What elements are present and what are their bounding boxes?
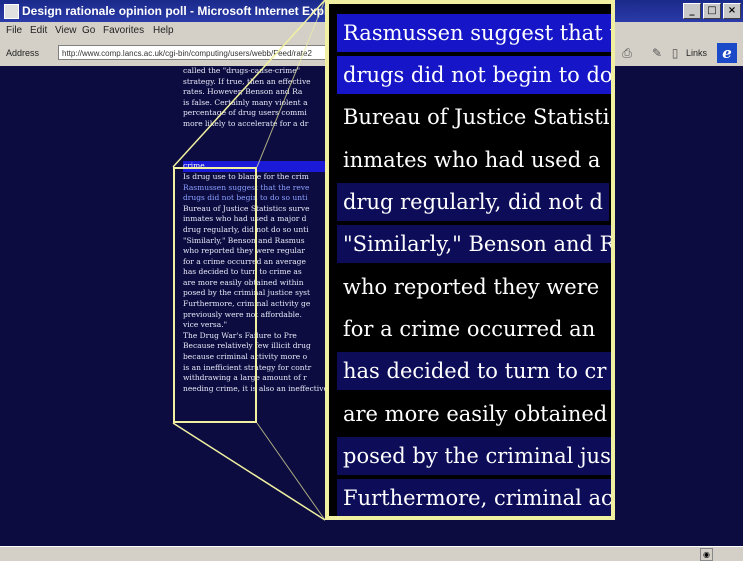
close-button[interactable]: × — [723, 3, 741, 19]
window-controls: _ □ × — [683, 3, 741, 19]
zoom-region-box[interactable] — [173, 167, 257, 423]
magnified-line: has decided to turn to cr — [337, 352, 611, 390]
links-button[interactable]: Links — [686, 48, 707, 58]
window-title: Design rationale opinion poll - Microsof… — [22, 4, 351, 18]
magnified-line: Rasmussen suggest that t — [337, 14, 611, 52]
edit-icon[interactable]: ✎ — [650, 46, 664, 60]
magnified-line: who reported they were — [337, 268, 606, 306]
menu-help[interactable]: Help — [153, 25, 174, 36]
magnified-line: "Similarly," Benson and R — [337, 225, 611, 263]
magnified-line: Bureau of Justice Statisti — [337, 98, 611, 136]
discuss-icon[interactable]: ▯ — [668, 46, 682, 60]
ie-logo-icon: e — [717, 43, 737, 63]
magnified-line: Furthermore, criminal ac — [337, 479, 611, 516]
magnified-line: posed by the criminal jus — [337, 437, 611, 475]
address-label: Address — [6, 48, 40, 58]
zone-icon: ◉ — [700, 548, 713, 561]
menu-view[interactable]: View — [55, 25, 77, 36]
magnified-line: drug regularly, did not d — [337, 183, 609, 221]
print-icon[interactable]: ⎙ — [620, 46, 634, 60]
magnified-line: inmates who had used a — [337, 141, 607, 179]
menu-go[interactable]: Go — [82, 25, 95, 36]
magnified-line: drugs did not begin to do — [337, 56, 611, 94]
menu-favorites[interactable]: Favorites — [103, 25, 144, 36]
menu-edit[interactable]: Edit — [30, 25, 47, 36]
magnified-line: for a crime occurred an — [337, 310, 602, 348]
status-bar: ◉ — [0, 546, 743, 561]
address-input[interactable]: http://www.comp.lancs.ac.uk/cgi-bin/comp… — [58, 45, 326, 60]
magnified-line: are more easily obtained — [337, 395, 611, 433]
maximize-button[interactable]: □ — [703, 3, 721, 19]
menu-file[interactable]: File — [6, 25, 22, 36]
magnifier-lens[interactable]: Rasmussen suggest that t drugs did not b… — [325, 0, 615, 520]
app-icon — [4, 4, 19, 19]
minimize-button[interactable]: _ — [683, 3, 701, 19]
